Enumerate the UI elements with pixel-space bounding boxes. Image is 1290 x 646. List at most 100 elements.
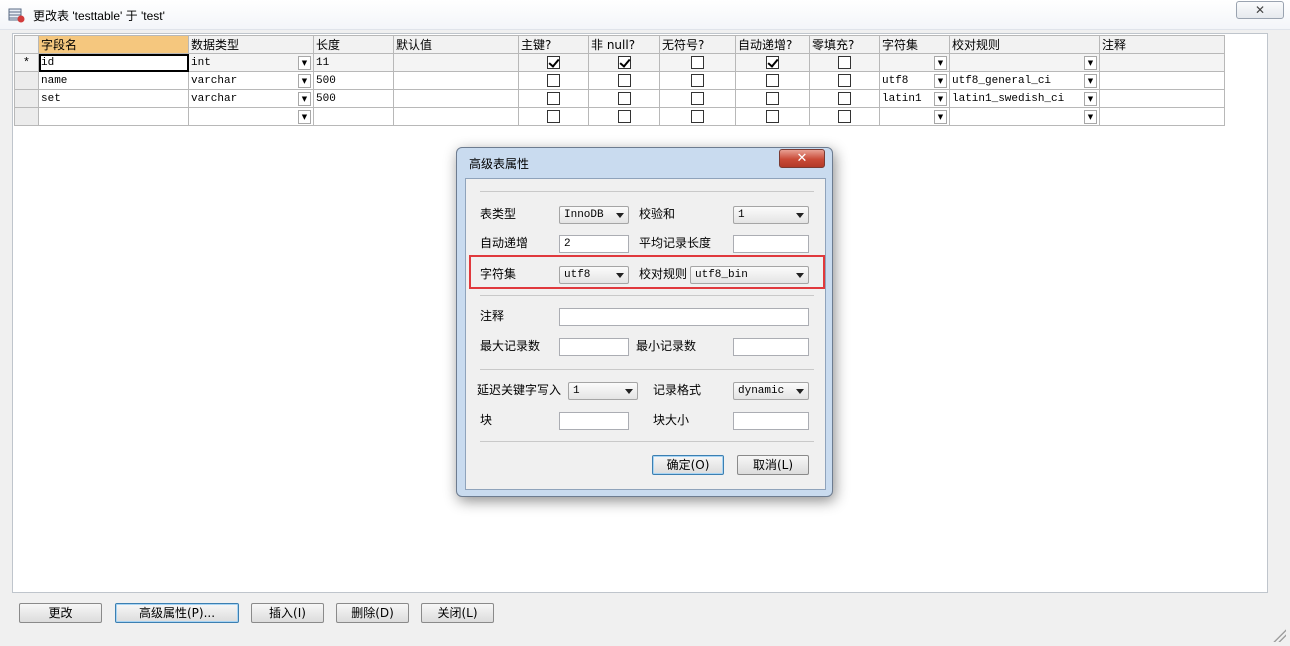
cell-default[interactable] [393, 71, 519, 90]
column-header[interactable]: 非 null? [588, 35, 660, 54]
cell-comment[interactable] [1099, 89, 1225, 108]
cell-name[interactable]: set [38, 89, 189, 108]
table-row[interactable]: ▼ ▼ ▼ [14, 107, 1225, 126]
row-header[interactable] [14, 89, 39, 108]
cell-collation[interactable]: ▼ [949, 107, 1100, 126]
ok-button[interactable]: 确定(O) [652, 455, 724, 475]
cell-charset[interactable]: ▼ [879, 53, 950, 72]
chevron-down-icon[interactable]: ▼ [298, 91, 311, 106]
checkbox-pk[interactable] [547, 92, 560, 105]
cell-name[interactable]: name [38, 71, 189, 90]
max-rows-input[interactable] [559, 338, 629, 356]
checkbox-unsigned[interactable] [691, 110, 704, 123]
cell-charset[interactable]: latin1 ▼ [879, 89, 950, 108]
checkbox-notnull[interactable] [617, 74, 631, 87]
avg-row-length-input[interactable] [733, 235, 809, 253]
window-close-button[interactable]: ✕ [1236, 1, 1284, 19]
checkbox-zerofill[interactable] [838, 74, 851, 87]
cell-collation[interactable]: utf8_general_ci ▼ [949, 71, 1100, 90]
checkbox-autoinc[interactable] [766, 92, 779, 105]
checkbox-unsigned[interactable] [691, 74, 704, 87]
advanced-properties-button[interactable]: 高级属性(P)... [115, 603, 239, 623]
cell-charset[interactable]: ▼ [879, 107, 950, 126]
checkbox-autoinc[interactable] [766, 110, 779, 123]
alter-button[interactable]: 更改 [19, 603, 102, 623]
checkbox-notnull[interactable] [617, 92, 631, 105]
cell-comment[interactable] [1099, 53, 1225, 72]
column-header[interactable]: 注释 [1099, 35, 1225, 54]
checkbox-pk[interactable] [547, 74, 560, 87]
delay-key-write-select[interactable]: 1 [568, 382, 638, 400]
cell-default[interactable] [393, 89, 519, 108]
chevron-down-icon[interactable]: ▼ [298, 73, 311, 88]
block-size-input[interactable] [733, 412, 809, 430]
checkbox-unsigned[interactable] [691, 56, 704, 69]
table-row[interactable]: * id int ▼ 11 ▼ ▼ [14, 53, 1225, 72]
checkbox-zerofill[interactable] [838, 110, 851, 123]
table-row[interactable]: name varchar ▼ 500 utf8 ▼ utf8_general_ci ▼ [14, 71, 1225, 90]
chevron-down-icon[interactable]: ▼ [1084, 91, 1097, 106]
row-header[interactable] [14, 71, 39, 90]
column-header[interactable]: 字段名 [38, 35, 189, 54]
cell-collation[interactable]: latin1_swedish_ci ▼ [949, 89, 1100, 108]
cell-name[interactable]: id [38, 53, 189, 72]
column-header[interactable]: 校对规则 [949, 35, 1100, 54]
column-header[interactable]: 零填充? [809, 35, 880, 54]
cell-default[interactable] [393, 53, 519, 72]
chevron-down-icon[interactable]: ▼ [298, 55, 311, 70]
cell-collation[interactable]: ▼ [949, 53, 1100, 72]
column-header[interactable]: 自动递增? [735, 35, 810, 54]
cell-length[interactable] [313, 107, 394, 126]
checkbox-autoinc[interactable] [766, 74, 779, 87]
row-format-select[interactable]: dynamic [733, 382, 809, 400]
min-rows-input[interactable] [733, 338, 809, 356]
row-header[interactable] [14, 107, 39, 126]
cell-length[interactable]: 11 [313, 53, 394, 72]
row-header[interactable]: * [14, 53, 39, 72]
chevron-down-icon[interactable]: ▼ [934, 55, 947, 70]
cell-charset[interactable]: utf8 ▼ [879, 71, 950, 90]
checkbox-unsigned[interactable] [691, 92, 704, 105]
cell-type[interactable]: varchar ▼ [188, 71, 314, 90]
cell-type[interactable]: varchar ▼ [188, 89, 314, 108]
block-input[interactable] [559, 412, 629, 430]
checkbox-notnull[interactable] [617, 56, 631, 69]
column-header[interactable]: 字符集 [879, 35, 950, 54]
cell-length[interactable]: 500 [313, 89, 394, 108]
cell-comment[interactable] [1099, 71, 1225, 90]
table-row[interactable]: set varchar ▼ 500 latin1 ▼ latin1_swedish_ci ▼ [14, 89, 1225, 108]
column-header[interactable]: 数据类型 [188, 35, 314, 54]
cancel-button[interactable]: 取消(L) [737, 455, 809, 475]
column-header[interactable]: 主键? [518, 35, 589, 54]
comment-input[interactable] [559, 308, 809, 326]
charset-select[interactable]: utf8 [559, 266, 629, 284]
checkbox-zerofill[interactable] [838, 92, 851, 105]
checkbox-autoinc[interactable] [766, 56, 779, 69]
resize-grip[interactable] [1272, 628, 1286, 642]
cell-name[interactable] [38, 107, 189, 126]
checkbox-notnull[interactable] [617, 110, 631, 123]
chevron-down-icon[interactable]: ▼ [1084, 73, 1097, 88]
collation-select[interactable]: utf8_bin [690, 266, 809, 284]
auto-increment-input[interactable]: 2 [559, 235, 629, 253]
checksum-select[interactable]: 1 [733, 206, 809, 224]
dialog-close-button[interactable]: ✕ [779, 149, 825, 168]
close-button[interactable]: 关闭(L) [421, 603, 494, 623]
table-type-select[interactable]: InnoDB [559, 206, 629, 224]
checkbox-pk[interactable] [547, 110, 560, 123]
cell-type[interactable]: ▼ [188, 107, 314, 126]
insert-button[interactable]: 插入(I) [251, 603, 324, 623]
checkbox-zerofill[interactable] [838, 56, 851, 69]
cell-type[interactable]: int ▼ [188, 53, 314, 72]
chevron-down-icon[interactable]: ▼ [1084, 55, 1097, 70]
cell-default[interactable] [393, 107, 519, 126]
chevron-down-icon[interactable]: ▼ [934, 91, 947, 106]
column-header[interactable]: 无符号? [659, 35, 736, 54]
chevron-down-icon[interactable]: ▼ [1084, 109, 1097, 124]
column-header[interactable]: 默认值 [393, 35, 519, 54]
cell-comment[interactable] [1099, 107, 1225, 126]
column-header[interactable]: 长度 [313, 35, 394, 54]
cell-length[interactable]: 500 [313, 71, 394, 90]
chevron-down-icon[interactable]: ▼ [298, 109, 311, 124]
checkbox-pk[interactable] [547, 56, 560, 69]
